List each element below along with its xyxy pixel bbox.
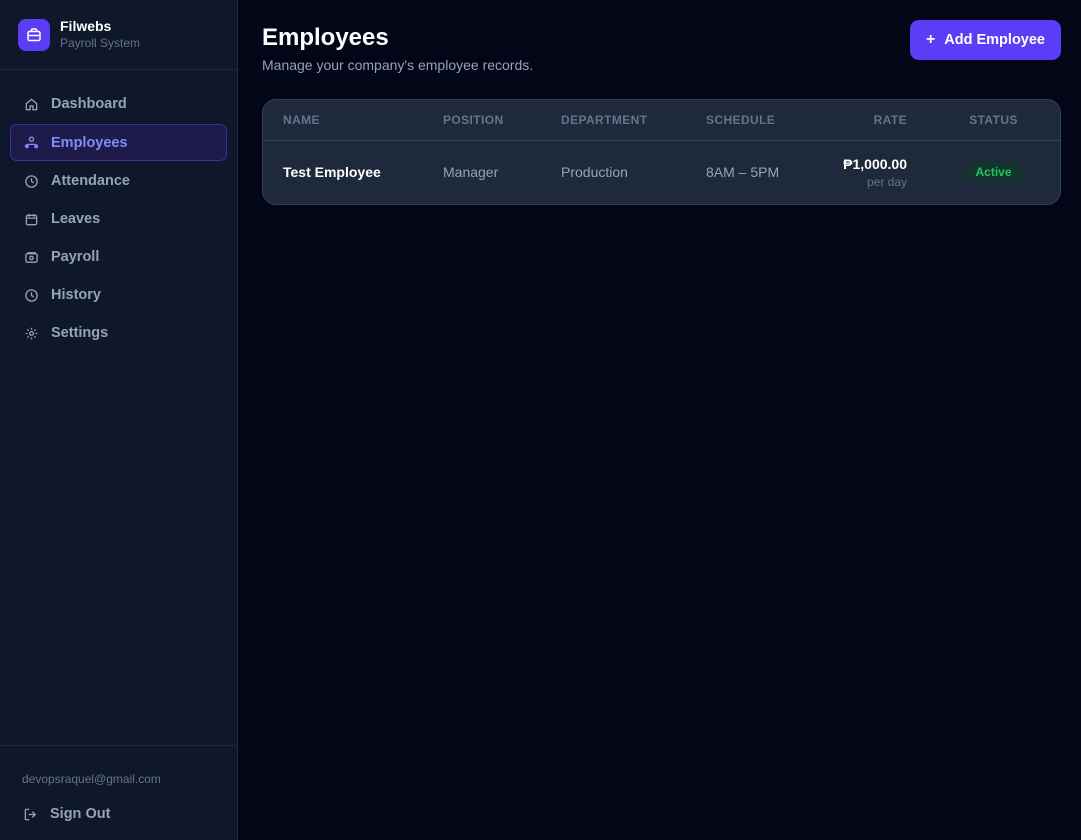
briefcase-icon xyxy=(18,18,50,51)
add-employee-label: Add Employee xyxy=(944,32,1045,48)
employee-position: Manager xyxy=(443,164,499,181)
sidebar-item-label: Attendance xyxy=(51,173,130,189)
history-icon xyxy=(23,287,39,303)
rate-value: ₱1,000.00 xyxy=(843,155,907,172)
sidebar-item-settings[interactable]: Settings xyxy=(10,315,227,351)
employees-table: NAME POSITION DEPARTMENT SCHEDULE RATE S… xyxy=(262,99,1061,205)
page-title: Employees xyxy=(262,24,389,51)
employee-status: Active xyxy=(927,140,1060,204)
calendar-icon xyxy=(23,211,39,227)
sidebar-item-label: Payroll xyxy=(51,249,100,265)
add-employee-button[interactable]: + Add Employee xyxy=(909,20,1061,60)
column-header-department[interactable]: DEPARTMENT xyxy=(541,100,686,141)
brand-subtitle: Payroll System xyxy=(60,36,141,50)
sidebar-item-payroll[interactable]: Payroll xyxy=(10,239,227,275)
sidebar-item-label: Dashboard xyxy=(51,96,127,112)
sidebar-item-label: History xyxy=(51,287,101,303)
table-row[interactable]: Test Employee Manager Production 8AM – 5… xyxy=(263,140,1060,204)
home-icon xyxy=(23,96,39,112)
table-header-row: NAME POSITION DEPARTMENT SCHEDULE RATE S… xyxy=(263,100,1060,141)
sidebar-item-dashboard[interactable]: Dashboard xyxy=(10,86,227,122)
sidebar-item-label: Employees xyxy=(51,134,128,151)
employee-name[interactable]: Test Employee xyxy=(263,140,423,204)
rate-unit: per day xyxy=(866,174,907,189)
brand: Filwebs Payroll System xyxy=(0,0,237,70)
logout-icon xyxy=(22,806,38,822)
sidebar: Filwebs Payroll System Dashboard Employe… xyxy=(0,0,238,840)
sign-out-button[interactable]: Sign Out xyxy=(22,806,225,822)
sidebar-item-history[interactable]: History xyxy=(10,277,227,313)
status-badge: Active xyxy=(965,162,1022,183)
column-header-name[interactable]: NAME xyxy=(263,100,423,141)
employee-schedule: 8AM – 5PM xyxy=(706,164,780,181)
employee-department: Production xyxy=(561,164,628,181)
column-header-status[interactable]: STATUS xyxy=(927,100,1060,141)
page-header: Employees Manage your company's employee… xyxy=(262,20,1061,73)
sidebar-item-leaves[interactable]: Leaves xyxy=(10,201,227,237)
sidebar-item-employees[interactable]: Employees xyxy=(10,124,227,161)
sidebar-item-attendance[interactable]: Attendance xyxy=(10,163,227,199)
column-header-schedule[interactable]: SCHEDULE xyxy=(686,100,816,141)
brand-name: Filwebs xyxy=(60,18,112,34)
wallet-icon xyxy=(23,249,39,265)
sidebar-item-label: Leaves xyxy=(51,211,101,227)
column-header-position[interactable]: POSITION xyxy=(423,100,541,141)
sidebar-nav: Dashboard Employees Attendance Leaves Pa… xyxy=(0,70,237,745)
main-content: Employees Manage your company's employee… xyxy=(238,0,1081,840)
users-icon xyxy=(23,135,39,151)
employee-rate: ₱1,000.00 per day xyxy=(816,140,927,204)
clock-icon xyxy=(23,173,39,189)
column-header-rate[interactable]: RATE xyxy=(816,100,927,141)
sign-out-label: Sign Out xyxy=(50,806,111,822)
gear-icon xyxy=(23,325,39,341)
sidebar-footer: devopsraquel@gmail.com Sign Out xyxy=(0,745,237,840)
user-email: devopsraquel@gmail.com xyxy=(22,772,161,786)
plus-icon: + xyxy=(925,31,936,48)
page-subtitle: Manage your company's employee records. xyxy=(262,57,534,73)
sidebar-item-label: Settings xyxy=(51,325,109,341)
